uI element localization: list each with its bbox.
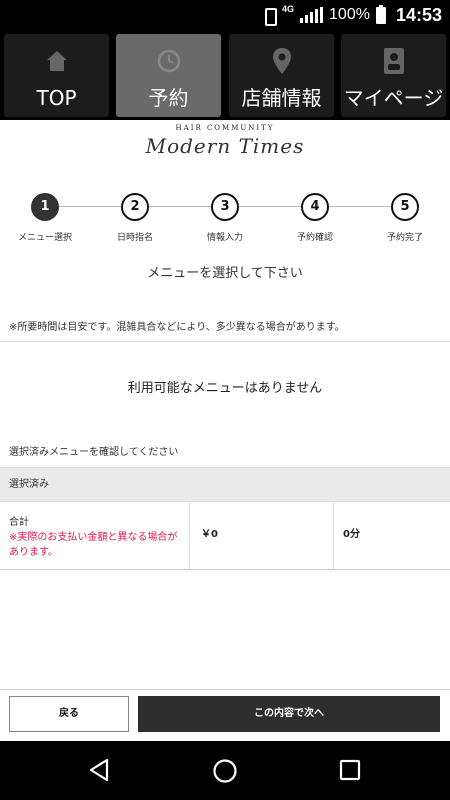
nav-label-mypage: マイページ — [343, 86, 444, 110]
total-duration: 0分 — [343, 529, 360, 540]
location-pin-icon — [272, 48, 291, 74]
step-number: 5 — [391, 193, 419, 221]
clock-time: 14:53 — [395, 4, 442, 25]
nav-label-reserve: 予約 — [148, 86, 189, 110]
total-label-cell: 合計 ※実際のお支払い金額と異なる場合があります。 — [0, 502, 190, 570]
battery-percent: 100% — [329, 6, 370, 23]
step-label: 日時指名 — [116, 233, 153, 243]
duration-note: ※所要時間は目安です。混雑具合などにより、多少異なる場合があります。 — [9, 322, 345, 333]
total-row: 合計 ※実際のお支払い金額と異なる場合があります。 ￥0 0分 — [0, 502, 450, 570]
triangle-back-icon[interactable] — [88, 758, 110, 782]
step-number: 2 — [121, 193, 149, 221]
step-4: 4 予約確認 — [270, 192, 360, 243]
clock-icon — [157, 49, 180, 73]
circle-home-icon[interactable] — [212, 758, 238, 784]
logo-title: Modern Times — [145, 134, 305, 158]
step-5: 5 予約完了 — [360, 192, 450, 243]
back-button[interactable]: 戻る — [9, 696, 129, 732]
nav-label-top: TOP — [36, 86, 77, 110]
step-number: 4 — [301, 193, 329, 221]
confirm-prompt: 選択済みメニューを確認してください — [9, 447, 179, 458]
battery-icon — [375, 4, 386, 24]
total-warning: ※実際のお支払い金額と異なる場合があります。 — [9, 532, 178, 558]
next-button[interactable]: この内容で次へ — [138, 696, 440, 732]
nav-item-shop-info[interactable]: 店舗情報 — [229, 34, 334, 117]
nav-label-shop-info: 店舗情報 — [241, 86, 322, 110]
signal-icon — [300, 7, 324, 23]
salon-logo: HAIR COMMUNITY Modern Times — [0, 124, 450, 174]
status-bar: 4G 100% 14:53 — [0, 0, 450, 30]
nav-item-top[interactable]: TOP — [4, 34, 109, 117]
step-1: 1 メニュー選択 — [0, 192, 90, 243]
step-number: 3 — [211, 193, 239, 221]
empty-menu-message: 利用可能なメニューはありません — [127, 381, 323, 396]
step-label: メニュー選択 — [17, 233, 72, 243]
selected-header: 選択済み — [0, 467, 450, 502]
total-price: ￥0 — [190, 502, 334, 570]
step-label: 予約完了 — [386, 233, 423, 243]
nav-item-mypage[interactable]: マイページ — [341, 34, 446, 117]
system-nav-bar — [0, 741, 450, 800]
step-2: 2 日時指名 — [90, 192, 180, 243]
divider — [0, 341, 450, 342]
step-label: 予約確認 — [296, 233, 333, 243]
top-nav: TOP 予約 店舗情報 マイページ — [0, 30, 450, 120]
page-title: メニューを選択して下さい — [147, 266, 303, 281]
square-recents-icon[interactable] — [339, 759, 361, 781]
booking-stepper: 1 メニュー選択 2 日時指名 3 情報入力 4 予約確認 5 予約完了 — [0, 192, 450, 252]
action-bar: 戻る この内容で次へ — [0, 689, 450, 741]
network-type: 4G — [282, 4, 295, 14]
vibrate-icon — [262, 7, 278, 26]
step-label: 情報入力 — [206, 233, 243, 243]
nav-item-reserve[interactable]: 予約 — [116, 34, 221, 117]
badge-icon — [383, 48, 404, 74]
total-label: 合計 — [9, 517, 29, 528]
step-3: 3 情報入力 — [180, 192, 270, 243]
step-number: 1 — [31, 193, 59, 221]
logo-subtitle: HAIR COMMUNITY — [175, 124, 275, 132]
home-icon — [46, 51, 67, 71]
